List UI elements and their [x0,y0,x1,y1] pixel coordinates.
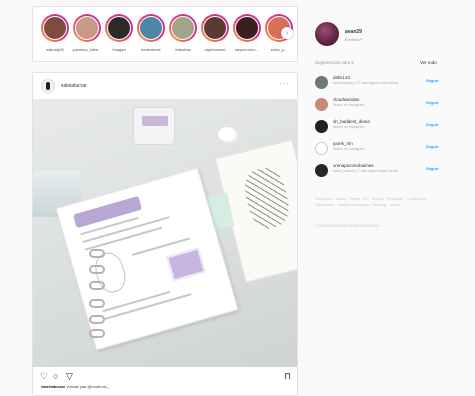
story-avatar [75,16,99,40]
story-avatar [235,16,259,40]
photo-jar [133,107,175,145]
suggestion-username[interactable]: dalis143 [333,75,350,80]
story-username: erika_p... [270,47,288,52]
suggestion-reason: Nuevo en Instagram [333,103,365,107]
story-item[interactable]: tarynnorton... [231,14,263,52]
footer-links[interactable]: Información · Ayuda · Prensa · API · Emp… [315,196,443,208]
story-item[interactable]: sakuraj06 [39,14,71,52]
post-caption: valeriatucrar Vuraak yaa @noahi.ds_ [41,384,109,389]
story-avatar [139,16,163,40]
story-item[interactable]: thisisthis [167,14,199,52]
suggestion-username[interactable]: sh_baddest_diana [333,119,370,124]
planner-photo [166,247,206,282]
caption-text: Vuraak yaa @noahi.ds_ [66,384,109,389]
suggestion-item: sh_baddest_diana Nuevo en Instagram Segu… [315,118,445,138]
planner-title-block [72,195,143,229]
story-avatar [43,16,67,40]
follow-button[interactable]: Seguir [426,122,438,127]
suggestion-reason: daniu_pantufi y 7 más siguen esta cuenta [333,169,398,173]
post-actions-bar: ♡ ○ ▽ ⊓ [33,369,297,383]
suggestion-avatar[interactable] [315,98,328,111]
instagram-feed-page: sakuraj06 yasmina_bible... Imagan lumind… [0,0,475,396]
bookmark-icon[interactable]: ⊓ [284,371,291,381]
follow-button[interactable]: Seguir [426,78,438,83]
comment-icon[interactable]: ○ [53,371,58,381]
follow-button[interactable]: Seguir [426,100,438,105]
story-ring [41,14,69,42]
caption-username[interactable]: valeriatucrar [41,384,65,389]
story-item[interactable]: yasmina_bible... [71,14,103,52]
story-item[interactable]: Imagan [103,14,135,52]
suggestion-username[interactable]: cloudwandas [333,97,359,102]
suggestion-username[interactable]: xrenapuzonohaimee [333,163,374,168]
suggestion-reason: wordcouldya y 17 más siguen esta cuenta [333,81,399,85]
story-ring [105,14,133,42]
story-item[interactable]: daphoneset [199,14,231,52]
more-options-icon[interactable]: ··· [280,79,290,88]
suggestion-reason: Nuevo en Instagram [333,125,365,129]
follow-button[interactable]: Seguir [426,166,438,171]
photo-flowers [218,127,236,141]
stories-next-button[interactable]: › [281,27,293,39]
story-ring [201,14,229,42]
suggestion-avatar[interactable] [315,142,328,155]
story-item[interactable]: lumindome [135,14,167,52]
post-author-username[interactable]: saleiatucrar [61,83,87,89]
post-image[interactable] [33,99,297,367]
story-ring [137,14,165,42]
suggestion-avatar[interactable] [315,164,328,177]
post-author-avatar[interactable] [41,79,55,93]
follow-button[interactable]: Seguir [426,144,438,149]
profile-full-name: Evelina P [345,37,362,42]
heart-icon[interactable]: ♡ [40,371,48,381]
see-all-link[interactable]: Ver todo [420,60,437,65]
story-ring [169,14,197,42]
planner-rings [89,249,109,339]
suggestions-title: Sugerencias para ti [315,60,354,65]
story-ring [73,14,101,42]
story-avatar [171,16,195,40]
suggestion-item: yarek_mn Nuevo en Instagram Seguir [315,140,445,160]
profile-avatar[interactable] [315,22,339,46]
feed-post: saleiatucrar ··· ♡ ○ ▽ ⊓ valeriatucrar V… [32,72,298,396]
suggestion-username[interactable]: yarek_mn [333,141,353,146]
suggestion-item: cloudwandas Nuevo en Instagram Seguir [315,96,445,116]
suggestion-reason: Nuevo en Instagram [333,147,365,151]
profile-username[interactable]: avan29 [345,29,362,35]
suggestion-avatar[interactable] [315,76,328,89]
post-header: saleiatucrar ··· [33,73,297,99]
suggestion-item: dalis143 wordcouldya y 17 más siguen est… [315,74,445,94]
story-avatar [107,16,131,40]
share-icon[interactable]: ▽ [66,371,73,381]
suggestion-item: xrenapuzonohaimee daniu_pantufi y 7 más … [315,162,445,182]
story-avatar [203,16,227,40]
footer-copyright: © 2021 INSTAGRAM FROM FACEBOOK [315,224,380,228]
story-ring [233,14,261,42]
stories-tray: sakuraj06 yasmina_bible... Imagan lumind… [32,6,298,62]
suggestion-avatar[interactable] [315,120,328,133]
